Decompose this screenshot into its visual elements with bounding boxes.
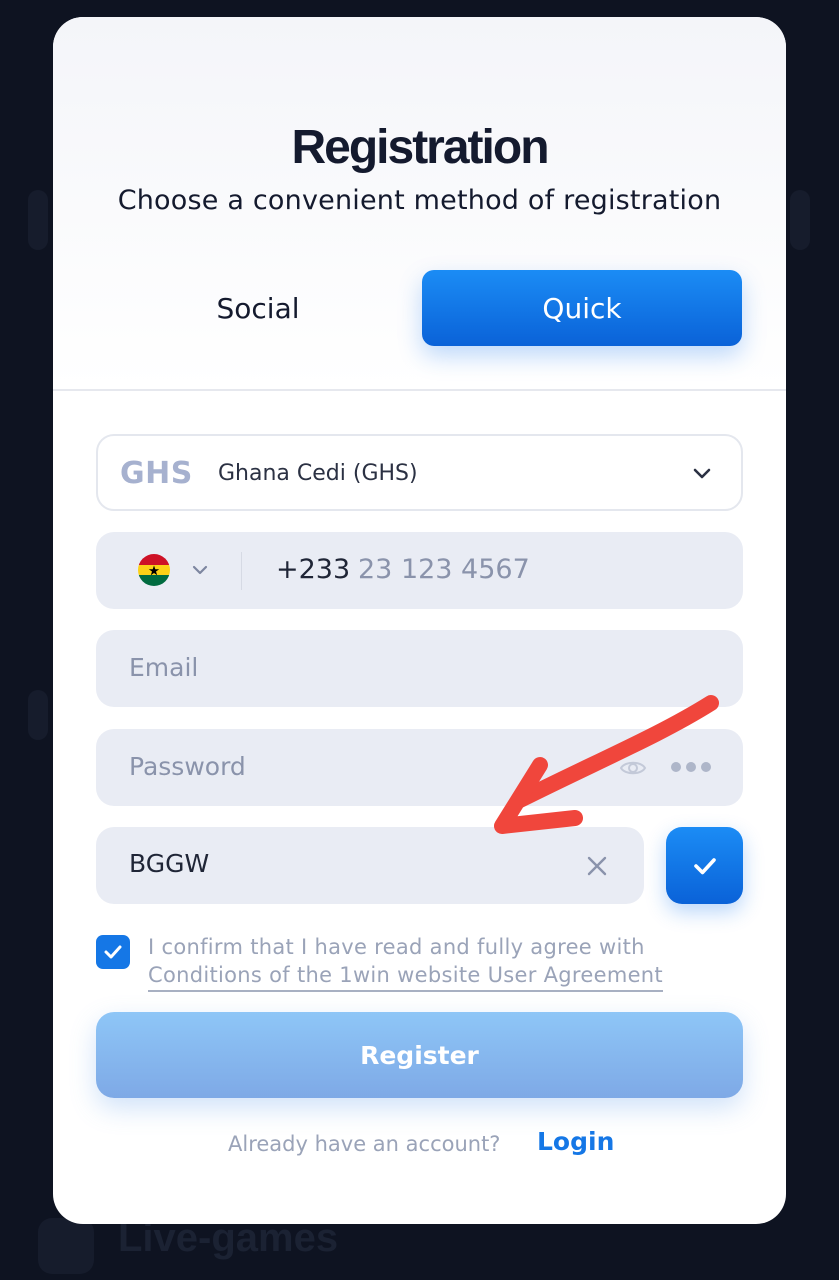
already-have-account-text: Already have an account? bbox=[228, 1132, 501, 1156]
background-tile bbox=[28, 190, 48, 250]
background-tile bbox=[790, 190, 810, 250]
email-placeholder: Email bbox=[129, 653, 199, 682]
promo-confirm-button[interactable] bbox=[666, 827, 743, 904]
background-tile bbox=[38, 1218, 94, 1274]
register-button[interactable]: Register bbox=[96, 1012, 743, 1098]
phone-input[interactable]: 23 123 4567 bbox=[358, 554, 530, 585]
tab-quick[interactable]: Quick bbox=[422, 270, 742, 346]
agreement-checkbox[interactable] bbox=[96, 935, 130, 969]
password-field[interactable]: Password bbox=[96, 729, 743, 806]
modal-title: Registration bbox=[291, 121, 549, 174]
password-placeholder: Password bbox=[129, 752, 246, 781]
phone-separator bbox=[241, 552, 242, 590]
tab-social[interactable]: Social bbox=[98, 270, 418, 346]
promo-code-field[interactable]: BGGW bbox=[96, 827, 644, 904]
ghana-flag-icon[interactable] bbox=[138, 554, 170, 586]
phone-dial-code: +233 bbox=[276, 554, 351, 585]
promo-code-value[interactable]: BGGW bbox=[129, 849, 209, 878]
more-dots-icon[interactable] bbox=[670, 757, 712, 777]
user-agreement-link[interactable]: Conditions of the 1win website User Agre… bbox=[148, 963, 663, 992]
chevron-down-icon[interactable] bbox=[190, 560, 210, 580]
chevron-down-icon bbox=[693, 468, 711, 479]
registration-modal: Registration Choose a convenient method … bbox=[53, 17, 786, 1224]
phone-field[interactable]: +233 23 123 4567 bbox=[96, 532, 743, 609]
currency-select[interactable]: GHS Ghana Cedi (GHS) bbox=[96, 434, 743, 511]
checkmark-icon bbox=[104, 945, 122, 959]
currency-name: Ghana Cedi (GHS) bbox=[218, 461, 418, 486]
login-link[interactable]: Login bbox=[537, 1127, 614, 1156]
agreement-text: I confirm that I have read and fully agr… bbox=[148, 935, 645, 959]
close-icon[interactable] bbox=[585, 854, 609, 878]
currency-code: GHS bbox=[120, 456, 193, 491]
tabs-divider bbox=[53, 389, 786, 391]
eye-icon[interactable] bbox=[618, 753, 648, 783]
checkmark-icon bbox=[693, 857, 716, 874]
modal-subtitle: Choose a convenient method of registrati… bbox=[117, 185, 722, 216]
background-tile bbox=[28, 690, 48, 740]
email-field[interactable]: Email bbox=[96, 630, 743, 707]
